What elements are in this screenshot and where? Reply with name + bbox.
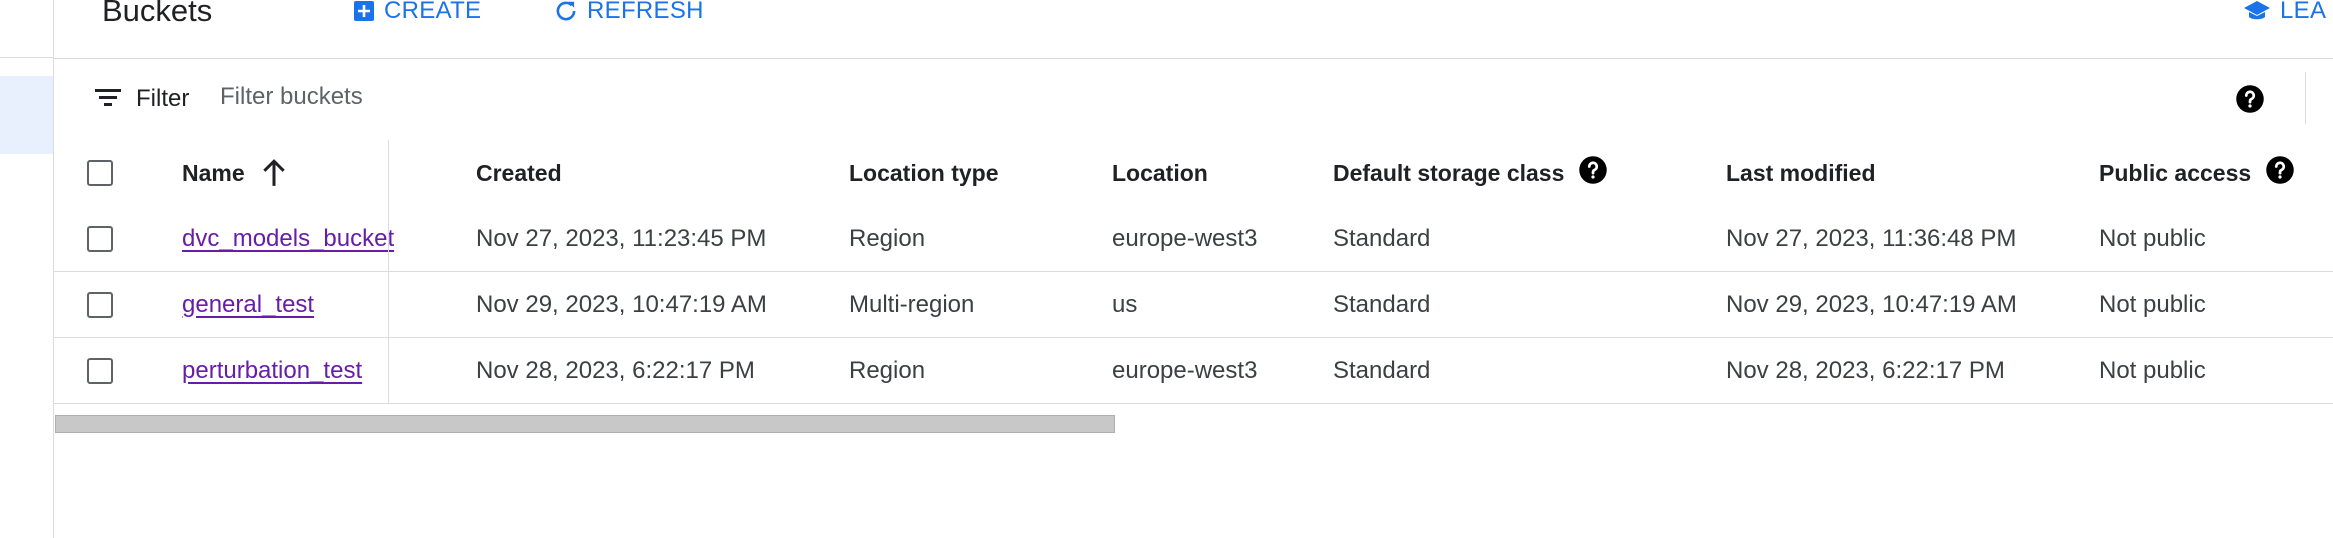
- arrow-upward-icon[interactable]: [261, 158, 287, 188]
- column-public-access-label: Public access: [2099, 159, 2252, 186]
- help-circle-icon[interactable]: [2265, 155, 2295, 191]
- filter-bar: Filter: [54, 58, 2333, 141]
- public-access-cell: Not public: [2099, 224, 2206, 252]
- column-name-label: Name: [182, 159, 245, 186]
- storage-class-cell: Standard: [1333, 224, 1431, 252]
- bucket-name-link[interactable]: dvc_models_bucket: [182, 225, 394, 253]
- table-header-row: Name Created Location type Location Defa…: [54, 140, 2333, 207]
- create-button-label: CREATE: [384, 0, 482, 24]
- select-all-checkbox[interactable]: [87, 160, 113, 186]
- row-checkbox[interactable]: [87, 225, 113, 252]
- row-select-cell: [87, 338, 113, 403]
- bucket-name-cell: dvc_models_bucket: [182, 206, 394, 271]
- filter-label: Filter: [136, 85, 190, 112]
- page-title: Buckets: [102, 0, 213, 28]
- toolbar-divider: [2305, 72, 2306, 124]
- column-created-label: Created: [476, 159, 562, 186]
- storage-class-cell: Standard: [1333, 356, 1431, 384]
- bucket-name-cell: perturbation_test: [182, 338, 362, 403]
- storage-class-cell: Standard: [1333, 290, 1431, 318]
- help-circle-icon[interactable]: [1578, 155, 1608, 191]
- column-header-location-type[interactable]: Location type: [849, 140, 999, 206]
- select-all-cell: [87, 140, 113, 206]
- learn-button[interactable]: LEA: [2242, 0, 2326, 25]
- page-header: Buckets CREATE REFRESH LEA: [54, 0, 2333, 59]
- help-circle-icon[interactable]: [2235, 84, 2265, 119]
- column-location-label: Location: [1112, 159, 1208, 186]
- bucket-name-link[interactable]: general_test: [182, 291, 314, 319]
- table-row[interactable]: perturbation_test Nov 28, 2023, 6:22:17 …: [54, 338, 2333, 404]
- public-access-cell: Not public: [2099, 290, 2206, 318]
- row-select-cell: [87, 206, 113, 271]
- created-cell: Nov 28, 2023, 6:22:17 PM: [476, 356, 755, 384]
- location-type-cell: Region: [849, 224, 926, 252]
- column-storage-class-label: Default storage class: [1333, 159, 1565, 186]
- learn-button-label: LEA: [2280, 0, 2327, 24]
- add-box-icon: [352, 0, 376, 23]
- column-header-location[interactable]: Location: [1112, 140, 1208, 206]
- bucket-name-cell: general_test: [182, 272, 314, 337]
- column-header-storage-class[interactable]: Default storage class: [1333, 140, 1608, 206]
- location-type-cell: Multi-region: [849, 290, 975, 318]
- created-cell: Nov 27, 2023, 11:23:45 PM: [476, 224, 767, 252]
- rail-active-item[interactable]: [0, 76, 53, 154]
- row-select-cell: [87, 272, 113, 337]
- last-modified-cell: Nov 28, 2023, 6:22:17 PM: [1726, 356, 2005, 384]
- filter-input[interactable]: [220, 80, 1520, 114]
- table-row[interactable]: dvc_models_bucket Nov 27, 2023, 11:23:45…: [54, 206, 2333, 272]
- table-row[interactable]: general_test Nov 29, 2023, 10:47:19 AM M…: [54, 272, 2333, 338]
- sticky-column-divider: [388, 140, 389, 404]
- location-type-cell: Region: [849, 356, 926, 384]
- column-header-created[interactable]: Created: [476, 140, 562, 206]
- column-header-public-access[interactable]: Public access: [2099, 140, 2295, 206]
- refresh-icon: [553, 0, 579, 24]
- last-modified-cell: Nov 29, 2023, 10:47:19 AM: [1726, 290, 2017, 318]
- filter-list-icon[interactable]: [94, 85, 122, 114]
- school-icon: [2242, 0, 2272, 23]
- column-header-name[interactable]: Name: [182, 140, 287, 206]
- public-access-cell: Not public: [2099, 356, 2206, 384]
- location-cell: us: [1112, 290, 1138, 318]
- row-checkbox[interactable]: [87, 291, 113, 318]
- refresh-button[interactable]: REFRESH: [553, 0, 704, 25]
- last-modified-cell: Nov 27, 2023, 11:36:48 PM: [1726, 224, 2017, 252]
- column-last-modified-label: Last modified: [1726, 159, 1876, 186]
- row-checkbox[interactable]: [87, 357, 113, 384]
- column-location-type-label: Location type: [849, 159, 999, 186]
- location-cell: europe-west3: [1112, 356, 1258, 384]
- rail-divider: [0, 57, 53, 58]
- horizontal-scrollbar[interactable]: [55, 415, 1115, 433]
- refresh-button-label: REFRESH: [587, 0, 704, 24]
- bucket-name-link[interactable]: perturbation_test: [182, 357, 362, 385]
- created-cell: Nov 29, 2023, 10:47:19 AM: [476, 290, 767, 318]
- column-header-last-modified[interactable]: Last modified: [1726, 140, 1876, 206]
- create-button[interactable]: CREATE: [352, 0, 481, 25]
- location-cell: europe-west3: [1112, 224, 1258, 252]
- left-nav-rail: [0, 0, 54, 538]
